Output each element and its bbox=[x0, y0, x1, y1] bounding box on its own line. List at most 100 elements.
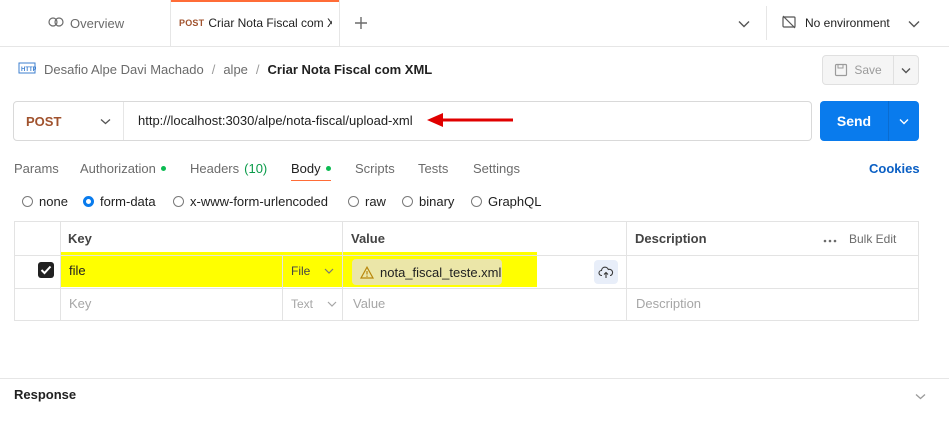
row-divider bbox=[15, 288, 918, 289]
plus-icon bbox=[355, 17, 367, 29]
column-divider bbox=[282, 255, 283, 320]
http-request-icon: HTTP bbox=[18, 60, 37, 79]
more-options-icon[interactable] bbox=[823, 232, 837, 246]
overview-icon bbox=[48, 16, 64, 31]
column-divider bbox=[60, 222, 61, 320]
tab-headers[interactable]: Headers (10) bbox=[190, 157, 267, 179]
tab-body-label: Body bbox=[291, 160, 321, 176]
radio-urlencoded-label: x-www-form-urlencoded bbox=[190, 193, 328, 209]
breadcrumb-folder[interactable]: alpe bbox=[223, 62, 248, 77]
tab-overview-label: Overview bbox=[70, 15, 125, 31]
chevron-down-icon bbox=[901, 67, 911, 73]
tab-authorization-label: Authorization bbox=[80, 160, 156, 176]
row-type-select[interactable]: File bbox=[291, 264, 334, 278]
tab-bar: Overview POST Criar Nota Fiscal com X No… bbox=[0, 0, 949, 47]
save-button[interactable]: Save bbox=[822, 55, 894, 85]
breadcrumb-separator: / bbox=[255, 61, 260, 77]
chevron-down-icon bbox=[908, 21, 920, 28]
radio-circle bbox=[348, 195, 359, 207]
tab-settings[interactable]: Settings bbox=[473, 157, 520, 179]
send-button[interactable]: Send bbox=[820, 101, 888, 141]
svg-text:HTTP: HTTP bbox=[21, 67, 36, 73]
radio-raw[interactable]: raw bbox=[348, 192, 386, 210]
response-toggle[interactable] bbox=[912, 388, 928, 404]
file-name: nota_fiscal_teste.xml bbox=[380, 264, 502, 280]
url-input[interactable]: http://localhost:3030/alpe/nota-fiscal/u… bbox=[138, 102, 413, 140]
row-key-input[interactable]: file bbox=[69, 263, 86, 278]
bulk-edit-button[interactable]: Bulk Edit bbox=[849, 232, 896, 246]
radio-binary-label: binary bbox=[419, 193, 455, 209]
tab-scripts[interactable]: Scripts bbox=[355, 157, 395, 179]
environment-selector[interactable]: No environment bbox=[781, 0, 890, 46]
url-bar: POST http://localhost:3030/alpe/nota-fis… bbox=[13, 101, 812, 141]
radio-none[interactable]: none bbox=[22, 192, 68, 210]
row-divider bbox=[15, 255, 918, 256]
radio-circle bbox=[471, 195, 482, 207]
response-title[interactable]: Response bbox=[14, 387, 76, 402]
radio-circle bbox=[22, 195, 33, 207]
radio-circle bbox=[173, 195, 184, 207]
tab-settings-label: Settings bbox=[473, 160, 520, 176]
chevron-down-icon bbox=[899, 118, 909, 124]
file-chip[interactable]: nota_fiscal_teste.xml bbox=[352, 259, 502, 285]
row-enabled-checkbox[interactable] bbox=[38, 262, 54, 278]
chevron-down-icon bbox=[327, 301, 337, 307]
chevron-down-icon bbox=[738, 21, 750, 28]
radio-urlencoded[interactable]: x-www-form-urlencoded bbox=[173, 192, 328, 210]
tab-authorization[interactable]: Authorization bbox=[80, 157, 166, 179]
column-header-value: Value bbox=[351, 231, 385, 246]
new-key-input[interactable]: Key bbox=[69, 296, 91, 311]
radio-form-data[interactable]: form-data bbox=[83, 192, 156, 210]
tab-body[interactable]: Body bbox=[291, 157, 331, 179]
method-label: POST bbox=[26, 113, 62, 129]
column-divider bbox=[626, 222, 627, 320]
new-tab-button[interactable] bbox=[350, 12, 372, 34]
cookies-link[interactable]: Cookies bbox=[869, 157, 920, 179]
new-description-input[interactable]: Description bbox=[636, 296, 701, 311]
tab-headers-label: Headers bbox=[190, 160, 240, 176]
tab-request-active[interactable]: POST Criar Nota Fiscal com X bbox=[170, 0, 340, 46]
request-title[interactable]: Criar Nota Fiscal com XML bbox=[268, 62, 433, 77]
form-data-table: Key Value Description Bulk Edit file Fil… bbox=[14, 221, 919, 321]
tab-params[interactable]: Params bbox=[14, 157, 59, 179]
chevron-down-icon bbox=[100, 118, 111, 124]
chevron-down-icon bbox=[324, 268, 334, 274]
new-value-input[interactable]: Value bbox=[353, 296, 385, 311]
new-type-label: Text bbox=[291, 297, 314, 311]
warning-icon bbox=[360, 265, 374, 279]
save-label: Save bbox=[854, 63, 882, 77]
upload-file-button[interactable] bbox=[594, 260, 618, 284]
column-header-description: Description bbox=[635, 231, 707, 246]
radio-none-label: none bbox=[39, 193, 68, 209]
radio-binary[interactable]: binary bbox=[402, 192, 454, 210]
tabs-dropdown-button[interactable] bbox=[733, 13, 755, 35]
tab-method-badge: POST bbox=[179, 18, 205, 28]
tab-overview[interactable]: Overview bbox=[30, 0, 170, 46]
radio-graphql[interactable]: GraphQL bbox=[471, 192, 541, 210]
annotation-arrow bbox=[427, 113, 513, 127]
radio-raw-label: raw bbox=[365, 193, 386, 209]
cloud-upload-icon bbox=[598, 266, 614, 278]
status-dot bbox=[325, 165, 331, 171]
chevron-down-icon bbox=[915, 393, 925, 399]
tab-tests[interactable]: Tests bbox=[418, 157, 448, 179]
send-dropdown-button[interactable] bbox=[888, 101, 919, 141]
method-select[interactable]: POST bbox=[14, 102, 124, 140]
breadcrumb-separator: / bbox=[211, 61, 216, 77]
no-environment-icon bbox=[781, 14, 797, 33]
breadcrumb-collection[interactable]: Desafio Alpe Davi Machado bbox=[44, 62, 204, 77]
tab-tests-label: Tests bbox=[418, 160, 449, 176]
radio-circle-selected bbox=[83, 195, 94, 207]
environment-dropdown-button[interactable] bbox=[903, 13, 925, 35]
radio-circle bbox=[402, 195, 413, 207]
column-divider bbox=[342, 222, 343, 320]
active-tab-indicator bbox=[291, 180, 331, 181]
tab-params-label: Params bbox=[14, 160, 59, 176]
divider bbox=[766, 6, 767, 40]
breadcrumb: HTTP Desafio Alpe Davi Machado / alpe / … bbox=[18, 58, 432, 80]
save-dropdown-button[interactable] bbox=[893, 55, 919, 85]
save-icon bbox=[835, 63, 848, 77]
new-type-select[interactable]: Text bbox=[291, 297, 337, 311]
radio-form-data-label: form-data bbox=[100, 193, 156, 209]
status-dot bbox=[160, 165, 166, 171]
